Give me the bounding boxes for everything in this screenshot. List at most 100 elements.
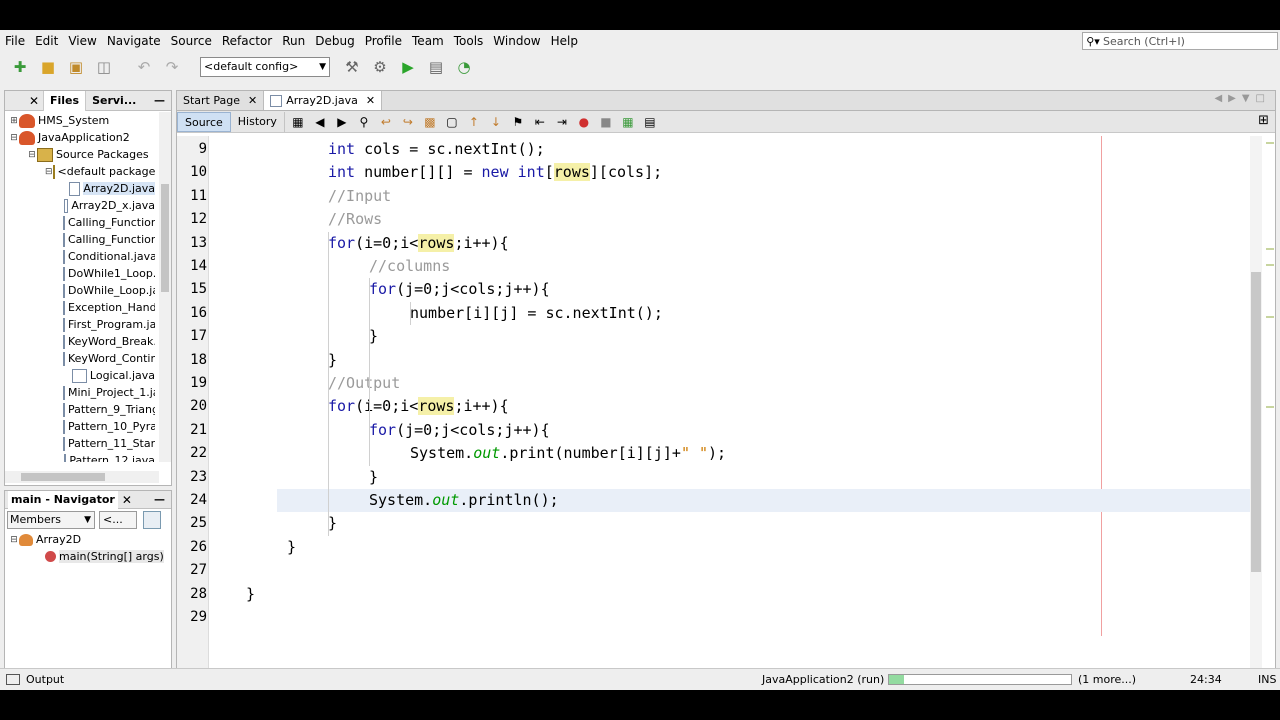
- tree-node[interactable]: DoWhile1_Loop.java: [5, 265, 155, 282]
- stop-macro-icon[interactable]: ■: [597, 114, 615, 130]
- tree-node[interactable]: Array2D_x.java: [5, 197, 155, 214]
- menu-refactor[interactable]: Refactor: [217, 30, 277, 52]
- toggle-highlight-icon[interactable]: ▩: [421, 114, 439, 130]
- expand-toggle-icon[interactable]: ⊟: [27, 150, 37, 160]
- tree-node[interactable]: First_Program.java: [5, 316, 155, 333]
- close-icon[interactable]: ✕: [248, 94, 257, 107]
- tree-node[interactable]: Pattern_12.java: [5, 452, 155, 462]
- build-icon[interactable]: ⚒: [340, 55, 364, 79]
- uncomment-icon[interactable]: ▤: [641, 114, 659, 130]
- record-macro-icon[interactable]: ●: [575, 114, 593, 130]
- tree-node[interactable]: ⊟ Source Packages: [5, 146, 155, 163]
- find-previous-icon[interactable]: ↩: [377, 114, 395, 130]
- tab-services[interactable]: Servi...: [85, 90, 142, 111]
- tree-node[interactable]: Exception_Handling.java: [5, 299, 155, 316]
- menu-team[interactable]: Team: [407, 30, 449, 52]
- menu-edit[interactable]: Edit: [30, 30, 63, 52]
- next-bookmark-icon[interactable]: ↓: [487, 114, 505, 130]
- tree-node[interactable]: DoWhile_Loop.java: [5, 282, 155, 299]
- toggle-bookmark-icon[interactable]: ⚑: [509, 114, 527, 130]
- menu-source[interactable]: Source: [166, 30, 217, 52]
- profile-icon[interactable]: ◔: [452, 55, 476, 79]
- find-icon[interactable]: ⚲: [355, 114, 373, 130]
- close-icon[interactable]: ✕: [118, 493, 132, 507]
- menu-run[interactable]: Run: [277, 30, 310, 52]
- code-line: for(i=0;i<rows;i++){: [328, 397, 509, 416]
- navigator-class-node[interactable]: ⊟ Array2D: [5, 531, 171, 548]
- new-project-icon[interactable]: ■: [36, 55, 60, 79]
- expand-toggle-icon[interactable]: ⊟: [45, 167, 53, 177]
- tab-navigation-icons[interactable]: ◀▶▼□: [1214, 93, 1271, 104]
- tab-array2d-java[interactable]: Array2D.java ✕: [264, 91, 383, 110]
- navigator-title[interactable]: main - Navigator: [8, 490, 118, 509]
- navigator-view-button[interactable]: [143, 511, 161, 529]
- menu-profile[interactable]: Profile: [360, 30, 407, 52]
- menu-window[interactable]: Window: [488, 30, 545, 52]
- tree-node[interactable]: Mini_Project_1.java: [5, 384, 155, 401]
- java-file-icon: [63, 232, 65, 247]
- tree-node[interactable]: Calling_Function2.java: [5, 231, 155, 248]
- last-edit-icon[interactable]: ▦: [289, 114, 307, 130]
- debug-icon[interactable]: ▤: [424, 55, 448, 79]
- tree-node[interactable]: Array2D.java: [5, 180, 155, 197]
- tree-node[interactable]: ⊞ HMS_System: [5, 112, 155, 129]
- menu-file[interactable]: File: [0, 30, 30, 52]
- back-icon[interactable]: ◀: [311, 114, 329, 130]
- menu-tools[interactable]: Tools: [449, 30, 489, 52]
- scrollbar-thumb[interactable]: [1251, 272, 1261, 572]
- members-dropdown[interactable]: Members ▼: [7, 511, 95, 529]
- shift-right-icon[interactable]: ⇥: [553, 114, 571, 130]
- navigator-method-node[interactable]: main(String[] args): [5, 548, 171, 565]
- tree-node[interactable]: Conditional.java: [5, 248, 155, 265]
- source-button[interactable]: Source: [177, 111, 231, 132]
- menu-help[interactable]: Help: [546, 30, 583, 52]
- tab-start-page[interactable]: Start Page ✕: [177, 91, 265, 110]
- tree-node[interactable]: KeyWord_Continue.java: [5, 350, 155, 367]
- collapse-icon[interactable]: ⊟: [9, 535, 19, 545]
- tree-horizontal-scrollbar[interactable]: [5, 471, 159, 483]
- split-editor-icon[interactable]: ⊞: [1258, 113, 1269, 128]
- tree-node[interactable]: KeyWord_Break.java: [5, 333, 155, 350]
- tree-node[interactable]: Calling_Function.java: [5, 214, 155, 231]
- minimize-icon[interactable]: —: [154, 493, 171, 506]
- history-button[interactable]: History: [231, 111, 285, 132]
- open-project-icon[interactable]: ▣: [64, 55, 88, 79]
- rect-select-icon[interactable]: ▢: [443, 114, 461, 130]
- tab-files[interactable]: Files: [43, 90, 86, 111]
- run-icon[interactable]: ▶: [396, 55, 420, 79]
- comment-icon[interactable]: ▦: [619, 114, 637, 130]
- close-icon[interactable]: ✕: [366, 94, 375, 107]
- editor-vertical-scrollbar[interactable]: [1250, 136, 1262, 690]
- scope-dropdown[interactable]: <...: [99, 511, 137, 529]
- close-icon[interactable]: ✕: [5, 94, 43, 108]
- menu-view[interactable]: View: [63, 30, 101, 52]
- tree-node[interactable]: Pattern_10_Pyramid.java: [5, 418, 155, 435]
- find-next-icon[interactable]: ↪: [399, 114, 417, 130]
- tree-node[interactable]: Pattern_9_Triangle.java: [5, 401, 155, 418]
- prev-bookmark-icon[interactable]: ↑: [465, 114, 483, 130]
- config-dropdown[interactable]: <default config> ▼: [200, 57, 330, 77]
- code-area[interactable]: int cols = sc.nextInt(); int number[][] =…: [210, 136, 1250, 690]
- redo-icon[interactable]: ↷: [160, 55, 184, 79]
- output-tab[interactable]: Output: [0, 673, 64, 686]
- forward-icon[interactable]: ▶: [333, 114, 351, 130]
- new-file-icon[interactable]: ✚: [8, 55, 32, 79]
- more-tasks[interactable]: (1 more...): [1078, 673, 1136, 686]
- tree-node[interactable]: ⊟ JavaApplication2: [5, 129, 155, 146]
- run-progress-bar[interactable]: [888, 674, 1072, 685]
- run-status[interactable]: JavaApplication2 (run) #2: [762, 673, 904, 686]
- expand-toggle-icon[interactable]: ⊟: [9, 133, 19, 143]
- search-box[interactable]: ⚲▾ Search (Ctrl+I): [1082, 32, 1278, 50]
- menu-navigate[interactable]: Navigate: [102, 30, 166, 52]
- save-all-icon[interactable]: ◫: [92, 55, 116, 79]
- shift-left-icon[interactable]: ⇤: [531, 114, 549, 130]
- undo-icon[interactable]: ↶: [132, 55, 156, 79]
- tree-node[interactable]: Logical.java: [5, 367, 155, 384]
- tree-vertical-scrollbar[interactable]: [159, 112, 171, 462]
- tree-node[interactable]: ⊟ <default package>: [5, 163, 155, 180]
- expand-toggle-icon[interactable]: ⊞: [9, 116, 19, 126]
- clean-build-icon[interactable]: ⚙: [368, 55, 392, 79]
- minimize-icon[interactable]: —: [154, 94, 171, 107]
- tree-node[interactable]: Pattern_11_Star.java: [5, 435, 155, 452]
- menu-debug[interactable]: Debug: [310, 30, 359, 52]
